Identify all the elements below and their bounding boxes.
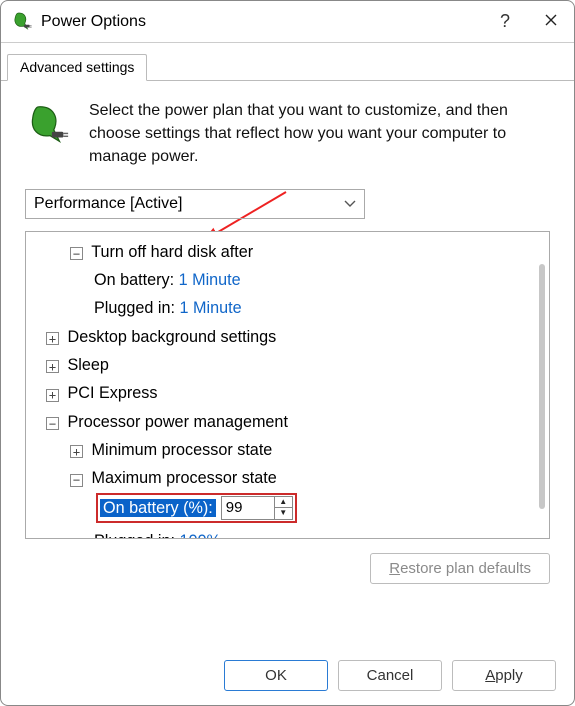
tree-node-desktop-background[interactable]: + Desktop background settings <box>36 323 539 351</box>
spinner-up-button[interactable]: ▲ <box>275 497 292 509</box>
cancel-button[interactable]: Cancel <box>338 660 442 691</box>
power-options-window: Power Options ? Advanced settings <box>0 0 575 706</box>
window-title: Power Options <box>41 13 482 31</box>
restore-defaults-button[interactable]: Restore plan defaults <box>370 553 550 584</box>
value-link[interactable]: 1 Minute <box>179 271 241 289</box>
tree-node-sleep[interactable]: + Sleep <box>36 351 539 379</box>
dialog-footer: OK Cancel Apply <box>1 644 574 705</box>
tab-advanced-settings[interactable]: Advanced settings <box>7 54 147 81</box>
settings-tree: − Turn off hard disk after On battery: 1… <box>25 231 550 539</box>
help-icon: ? <box>500 11 510 32</box>
restore-row: Restore plan defaults <box>25 553 550 584</box>
tab-content: Select the power plan that you want to c… <box>1 81 574 644</box>
apply-button[interactable]: Apply <box>452 660 556 691</box>
percent-spinner: ▲ ▼ <box>221 496 293 520</box>
percent-input[interactable] <box>222 497 274 519</box>
tab-strip: Advanced settings <box>1 49 574 81</box>
battery-plug-icon <box>25 99 89 169</box>
tree-node-pci-express[interactable]: + PCI Express <box>36 379 539 407</box>
intro-block: Select the power plan that you want to c… <box>25 99 550 169</box>
tree-leaf-max-proc-on-battery[interactable]: On battery (%): ▲ ▼ <box>36 493 539 523</box>
tree-leaf-hard-disk-plugged-in[interactable]: Plugged in: 1 Minute <box>36 294 539 322</box>
intro-text: Select the power plan that you want to c… <box>89 99 550 169</box>
tree-node-processor-power-management[interactable]: − Processor power management <box>36 408 539 436</box>
expand-icon[interactable]: + <box>46 332 59 345</box>
titlebar: Power Options ? <box>1 1 574 43</box>
expand-icon[interactable]: + <box>70 445 83 458</box>
value-link[interactable]: 1 Minute <box>180 299 242 317</box>
tree-node-max-processor-state[interactable]: − Maximum processor state <box>36 464 539 492</box>
expand-icon[interactable]: + <box>46 360 59 373</box>
ok-button[interactable]: OK <box>224 660 328 691</box>
tree-node-min-processor-state[interactable]: + Minimum processor state <box>36 436 539 464</box>
collapse-icon[interactable]: − <box>70 474 83 487</box>
collapse-icon[interactable]: − <box>46 417 59 430</box>
value-link[interactable]: 100% <box>180 532 221 539</box>
spinner-down-button[interactable]: ▼ <box>275 508 292 519</box>
power-plan-dropdown[interactable]: Performance [Active] <box>25 189 365 219</box>
help-button[interactable]: ? <box>482 1 528 43</box>
close-button[interactable] <box>528 1 574 43</box>
selected-label: On battery (%): <box>100 499 216 517</box>
expand-icon[interactable]: + <box>46 389 59 402</box>
power-options-icon <box>11 11 33 33</box>
power-plan-value: Performance [Active] <box>34 195 344 213</box>
tree-node-turn-off-hard-disk[interactable]: − Turn off hard disk after <box>36 238 539 266</box>
highlight-box: On battery (%): ▲ ▼ <box>96 493 297 523</box>
close-icon <box>544 11 558 32</box>
tree-leaf-hard-disk-on-battery[interactable]: On battery: 1 Minute <box>36 266 539 294</box>
scrollbar-thumb[interactable] <box>539 264 545 509</box>
tree-leaf-max-proc-plugged-in[interactable]: Plugged in: 100% <box>36 527 539 539</box>
chevron-down-icon <box>344 197 356 211</box>
collapse-icon[interactable]: − <box>70 247 83 260</box>
